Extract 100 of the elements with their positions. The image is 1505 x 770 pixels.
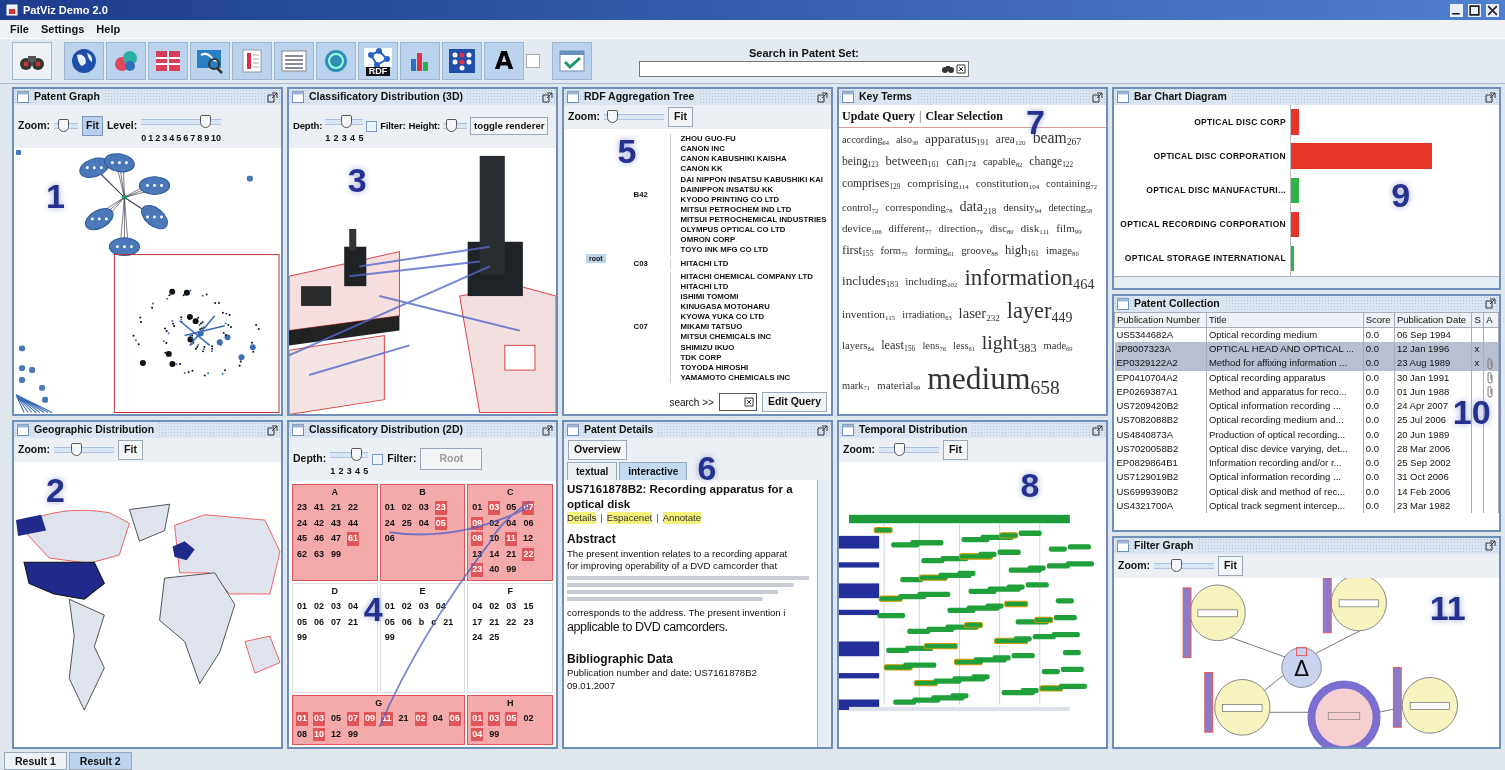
class-code[interactable]: 05 (383, 615, 396, 629)
class-code[interactable]: 02 (488, 516, 501, 530)
search-field[interactable] (639, 61, 969, 78)
class-code[interactable]: 02 (400, 501, 413, 515)
class-code[interactable]: 10 (488, 532, 501, 546)
key-term[interactable]: can$_{174}$ (946, 155, 977, 170)
class-code[interactable]: 02 (400, 600, 413, 614)
class-code[interactable]: 01 (296, 712, 308, 726)
class-code[interactable]: 06 (448, 712, 461, 726)
key-term[interactable]: apparatus$_{191}$ (925, 132, 989, 147)
link[interactable]: Details (567, 511, 597, 525)
key-term[interactable]: detecting$_{58}$ (1048, 203, 1093, 214)
class-code[interactable]: 04 (471, 727, 484, 741)
class-code[interactable]: 11 (505, 532, 517, 546)
slider-thumb[interactable] (71, 443, 83, 456)
class-code[interactable]: 23 (471, 563, 484, 577)
bar[interactable] (1291, 211, 1299, 238)
class-code[interactable]: 23 (522, 615, 535, 629)
class-code[interactable]: 17 (471, 615, 484, 629)
class-code[interactable]: 21 (330, 501, 343, 515)
slider-thumb[interactable] (350, 448, 362, 461)
key-term[interactable]: being$_{123}$ (842, 156, 879, 169)
class-code[interactable]: 05 (296, 615, 308, 629)
maximize-icon[interactable] (1485, 91, 1496, 103)
key-term[interactable]: image$_{80}$ (1045, 245, 1079, 257)
key-term[interactable]: different$_{77}$ (888, 223, 932, 235)
key-term[interactable]: disc$_{80}$ (989, 223, 1014, 235)
class-code[interactable]: 04 (431, 712, 444, 726)
menu-item[interactable]: File (10, 20, 29, 38)
key-term[interactable]: comprises$_{129}$ (842, 178, 901, 191)
key-term[interactable]: capable$_{82}$ (983, 156, 1023, 168)
class-code[interactable]: 25 (400, 516, 413, 530)
key-term[interactable]: irradiation$_{63}$ (902, 310, 952, 322)
maximize-icon[interactable] (1468, 3, 1481, 17)
control-button[interactable]: Overview (568, 440, 627, 460)
column-header[interactable]: Publication Date (1394, 312, 1472, 328)
menu-item[interactable]: Settings (40, 20, 85, 38)
key-term[interactable]: first$_{155}$ (842, 244, 874, 258)
minimize-icon[interactable] (1450, 3, 1463, 17)
key-term[interactable]: according$_{64}$ (842, 135, 889, 146)
class-code[interactable]: 06 (522, 516, 535, 530)
key-term[interactable]: film$_{99}$ (1056, 223, 1082, 235)
slider-thumb[interactable] (341, 115, 353, 128)
toolbar-button[interactable] (442, 42, 482, 80)
class-code[interactable]: 43 (330, 516, 343, 530)
class-code[interactable]: 44 (347, 516, 360, 530)
key-term[interactable]: less$_{61}$ (953, 340, 975, 352)
maximize-icon[interactable] (542, 424, 553, 436)
class-code[interactable]: 21 (347, 615, 360, 629)
class-code[interactable]: 12 (330, 727, 343, 741)
class-code[interactable]: 46 (313, 532, 326, 546)
class-code[interactable]: 21 (505, 547, 518, 561)
key-term[interactable]: laser$_{232}$ (958, 306, 1000, 322)
key-term[interactable]: includes$_{183}$ (842, 274, 899, 289)
table-row[interactable]: US4321700A Optical track segment intercep... 0.0 23 Mar 1982 (1114, 498, 1499, 514)
table-row[interactable]: US7020058B2 Optical disc device varying, det... 0.0 28 Mar 2006 (1114, 441, 1499, 457)
class-code[interactable]: 99 (383, 631, 396, 645)
tab[interactable]: Result 1 (4, 752, 67, 770)
class-code[interactable]: 02 (414, 712, 427, 726)
key-term[interactable]: least$_{156}$ (881, 338, 916, 352)
slider-thumb[interactable] (1171, 558, 1183, 572)
key-term[interactable]: between$_{161}$ (885, 155, 940, 169)
class-code[interactable]: 99 (296, 631, 308, 645)
key-term[interactable]: information$_{464}$ (964, 266, 1095, 291)
column-header[interactable]: Title (1206, 312, 1364, 328)
class-code[interactable]: 03 (417, 501, 430, 515)
class-code[interactable]: b (417, 615, 426, 629)
slider-thumb[interactable] (199, 115, 211, 128)
key-term[interactable]: also$_{38}$ (896, 135, 919, 146)
scrollbar[interactable] (1114, 275, 1499, 288)
maximize-icon[interactable] (817, 91, 828, 103)
class-code[interactable]: 13 (471, 547, 484, 561)
control-button[interactable]: Fit (668, 107, 693, 127)
class-code[interactable]: 99 (347, 727, 360, 741)
key-term[interactable]: direction$_{79}$ (938, 223, 983, 235)
close-icon[interactable] (1486, 3, 1499, 17)
key-term[interactable]: high$_{161}$ (1004, 244, 1039, 258)
control-button[interactable]: Fit (118, 440, 143, 460)
key-term[interactable]: corresponding$_{78}$ (885, 202, 953, 214)
maximize-icon[interactable] (542, 91, 553, 103)
maximize-icon[interactable] (267, 91, 278, 103)
class-code[interactable]: 06 (313, 615, 326, 629)
control-button[interactable]: Edit Query (761, 392, 827, 412)
class-code[interactable]: 47 (330, 532, 343, 546)
table-row[interactable]: EP0329122A2 Method for affixing information ... 0.0 23 Aug 1989 x (1114, 356, 1499, 371)
key-term[interactable]: invention$_{115}$ (842, 309, 896, 322)
key-term[interactable]: made$_{69}$ (1043, 340, 1073, 352)
class-code[interactable]: 01 (383, 501, 396, 515)
class-code[interactable]: 22 (347, 501, 360, 515)
maximize-icon[interactable] (1485, 540, 1496, 552)
class-code[interactable]: 04 (505, 516, 518, 530)
slider-thumb[interactable] (606, 110, 618, 123)
link[interactable]: Clear Selection (925, 107, 1003, 125)
class-code[interactable]: 24 (296, 516, 308, 530)
key-term[interactable]: disk$_{111}$ (1020, 223, 1050, 236)
table-row[interactable]: EP0269387A1 Method and apparatus for reco... 0.0 01 Jun 1988 (1114, 384, 1499, 400)
key-term[interactable]: data$_{218}$ (959, 199, 997, 215)
class-code[interactable]: 03 (488, 712, 501, 726)
menu-item[interactable]: Help (96, 20, 121, 38)
class-code[interactable]: 03 (417, 600, 430, 614)
